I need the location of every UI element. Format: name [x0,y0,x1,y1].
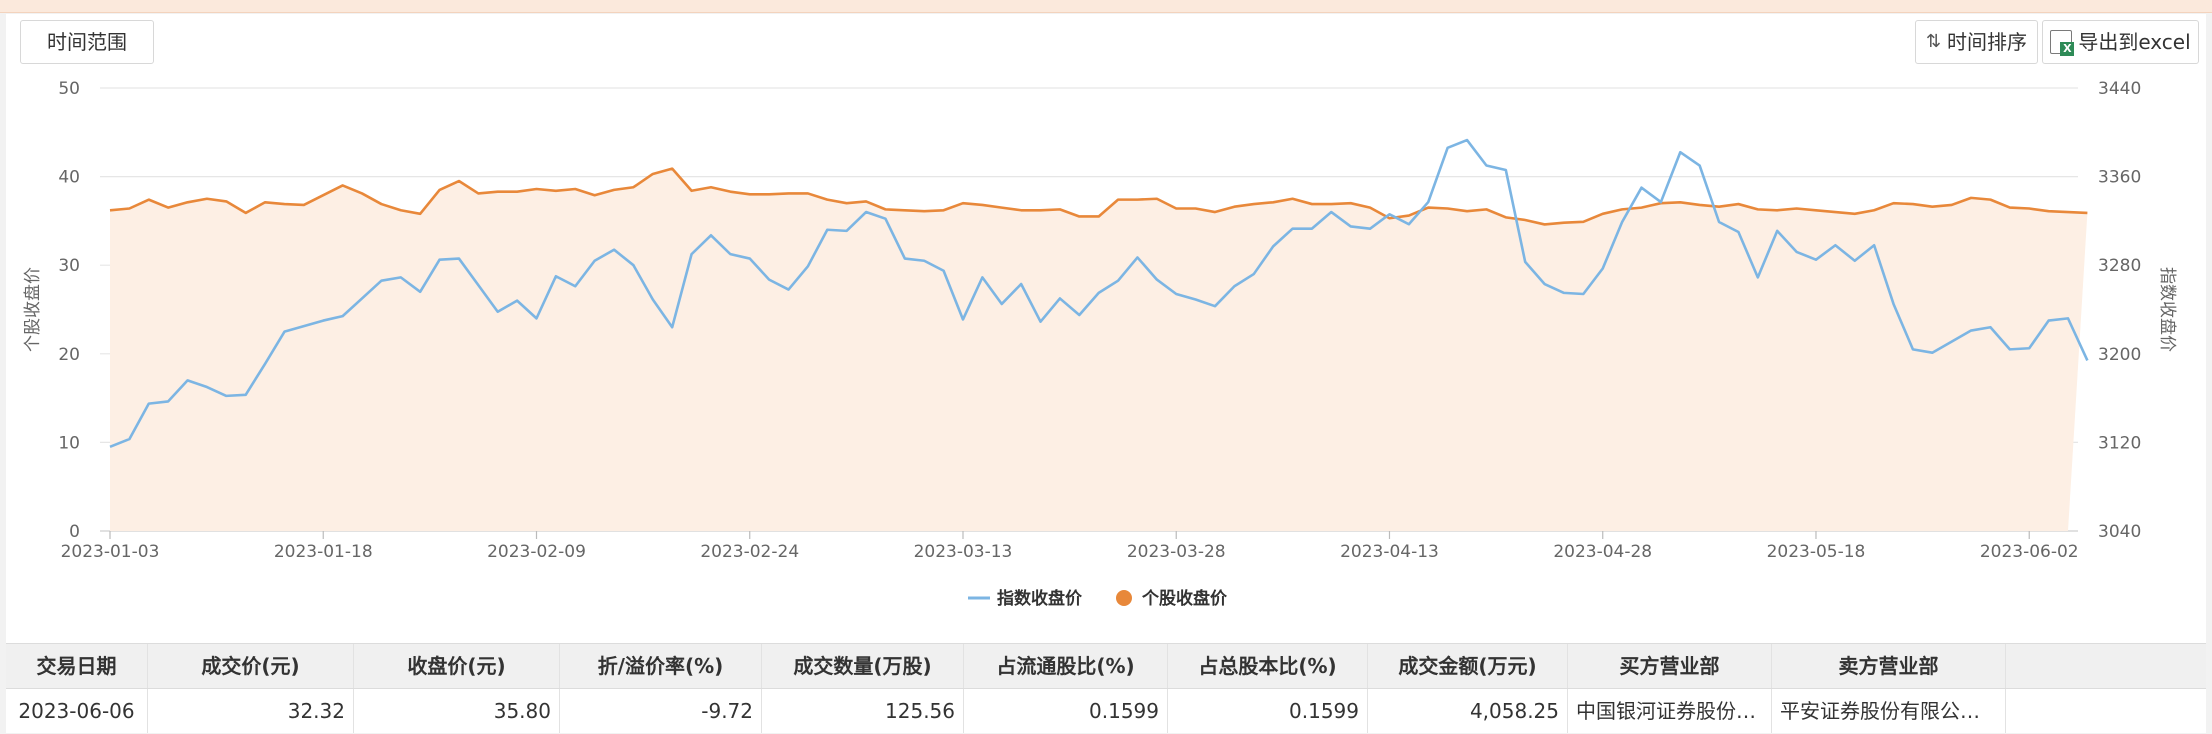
x-tick-label: 2023-05-18 [1767,542,1866,562]
y-tick-label-left: 0 [69,522,80,542]
y-tick-label-right: 3280 [2098,256,2141,276]
x-tick-label: 2023-01-18 [274,542,373,562]
y-tick-label-right: 3040 [2098,522,2141,542]
table-cell: 0.1599 [964,689,1168,733]
table-cell: 125.56 [762,689,964,733]
time-range-button[interactable]: 时间范围 [20,20,154,64]
y-tick-label-left: 10 [58,433,80,453]
legend-stock-marker [1116,590,1132,606]
y-tick-label-left: 50 [58,79,80,99]
top-accent-strip [0,0,2212,13]
time-sort-button[interactable]: ⇅ 时间排序 [1915,20,2038,64]
y-axis-title-left: 个股收盘价 [23,267,43,352]
table-cell: 中国银河证券股份有限公司中山… [1568,689,1772,733]
column-header: 占流通股比(%) [964,644,1168,688]
y-tick-label-left: 30 [58,256,80,276]
table-cell: 0.1599 [1168,689,1368,733]
table-body: 2023-06-06 32.32 35.80 -9.72 125.56 0.1599 0.1… [6,689,2206,733]
column-header: 收盘价(元) [354,644,560,688]
excel-file-icon [2050,30,2075,56]
y-tick-label-left: 40 [58,168,80,188]
y-tick-label-left: 20 [58,345,80,365]
column-header: 交易日期 [6,644,148,688]
table-cell: 2023-06-06 [6,689,148,733]
table-cell: 35.80 [354,689,560,733]
price-chart-svg: 01020304050304031203200328033603440个股收盘价… [23,79,2177,609]
table-cell: -9.72 [560,689,762,733]
column-header: 成交数量(万股) [762,644,964,688]
column-header: 折/溢价率(%) [560,644,762,688]
x-tick-label: 2023-02-09 [487,542,586,562]
column-header: 成交价(元) [148,644,354,688]
x-tick-label: 2023-06-02 [1980,542,2079,562]
y-axis-title-right: 指数收盘价 [2157,267,2177,352]
x-tick-label: 2023-04-28 [1553,542,1652,562]
x-tick-label: 2023-04-13 [1340,542,1439,562]
stock-area-fill [110,168,2088,531]
x-tick-label: 2023-01-03 [61,542,160,562]
column-header: 卖方营业部 [1772,644,2006,688]
x-tick-label: 2023-02-24 [700,542,799,562]
table-cell: 平安证券股份有限公司深圳深… [1772,689,2006,733]
table-cell: 4,058.25 [1368,689,1568,733]
legend-index-label: 指数收盘价 [997,588,1083,609]
y-tick-label-right: 3360 [2098,168,2141,188]
x-tick-label: 2023-03-28 [1127,542,1226,562]
column-header: 成交金额(万元) [1368,644,1568,688]
y-tick-label-right: 3440 [2098,79,2141,99]
y-tick-label-right: 3200 [2098,345,2141,365]
block-trade-table: 交易日期 成交价(元) 收盘价(元) 折/溢价率(%) 成交数量(万股) 占流通股比(%)… [6,643,2206,734]
column-header: 占总股本比(%) [1168,644,1368,688]
table-cell: 32.32 [148,689,354,733]
time-range-label: 时间范围 [47,30,127,54]
table-row[interactable]: 2023-06-06 32.32 35.80 -9.72 125.56 0.1599 0.1… [6,689,2206,733]
export-excel-button[interactable]: 导出到excel [2042,20,2199,64]
legend-stock-label: 个股收盘价 [1141,588,1228,609]
column-header: 买方营业部 [1568,644,1772,688]
x-tick-label: 2023-03-13 [914,542,1013,562]
export-excel-label: 导出到excel [2078,30,2191,54]
table-header-row: 交易日期 成交价(元) 收盘价(元) 折/溢价率(%) 成交数量(万股) 占流通股比(%)… [6,644,2206,689]
time-sort-label: 时间排序 [1947,30,2028,54]
price-chart: 0 10 20 30 40 50 3040 3120 3200 3280 3360 3440 个股收盘价… [0,76,2212,646]
y-tick-label-right: 3120 [2098,433,2141,453]
sort-arrows-icon: ⇅ [1925,31,1942,52]
